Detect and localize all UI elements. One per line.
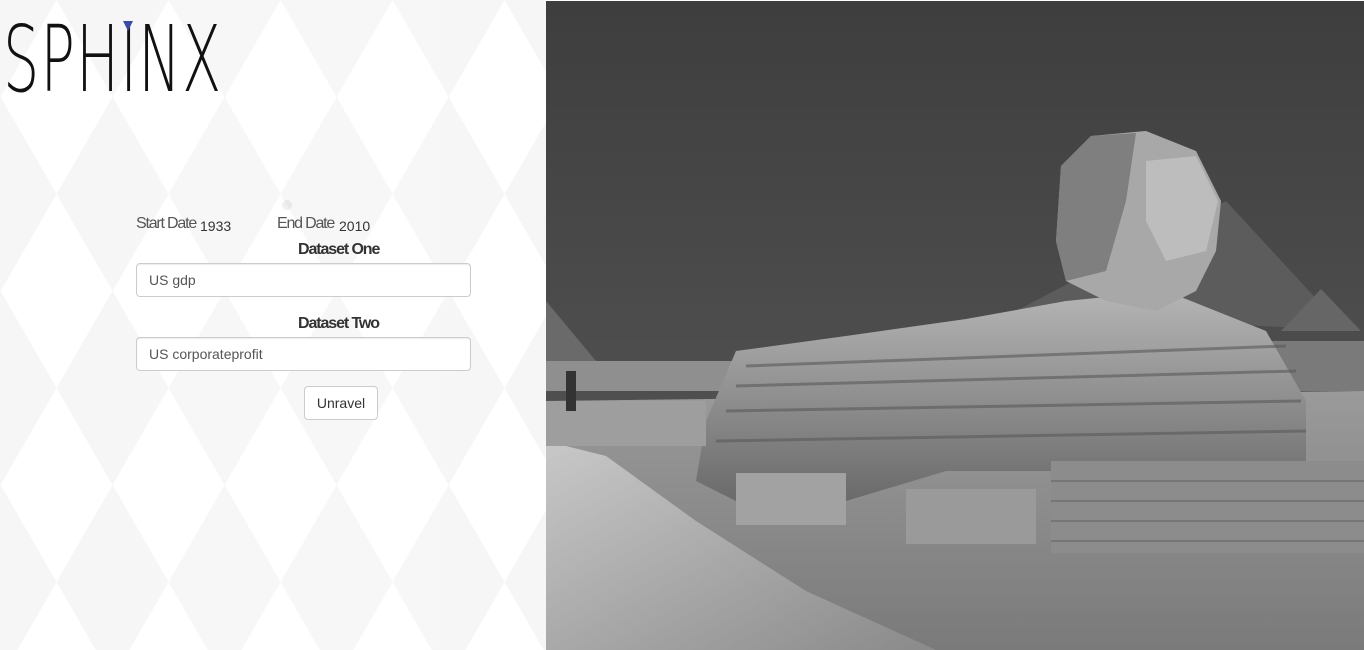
start-date-value[interactable]: 1933 [200,218,231,234]
unravel-button[interactable]: Unravel [304,386,378,420]
end-date-value[interactable]: 2010 [339,218,370,234]
sphinx-photo-drawing [546,1,1364,650]
page: SPHINX Start Date 1933 End Date 2010 Dat… [0,0,1364,650]
app-logo: SPHINX [3,14,221,109]
sphinx-photo [546,1,1364,650]
logo-triangle-icon [123,21,133,31]
start-date-label: Start Date [136,215,197,232]
dataset-one-label: Dataset One [298,241,380,258]
end-date-label: End Date [277,215,335,232]
dataset-two-input[interactable] [136,337,471,371]
decorative-dot [282,200,292,210]
logo-text: SPHINX [3,6,223,113]
dataset-two-label: Dataset Two [298,315,380,332]
form-panel: SPHINX Start Date 1933 End Date 2010 Dat… [0,0,546,650]
dataset-one-input[interactable] [136,263,471,297]
